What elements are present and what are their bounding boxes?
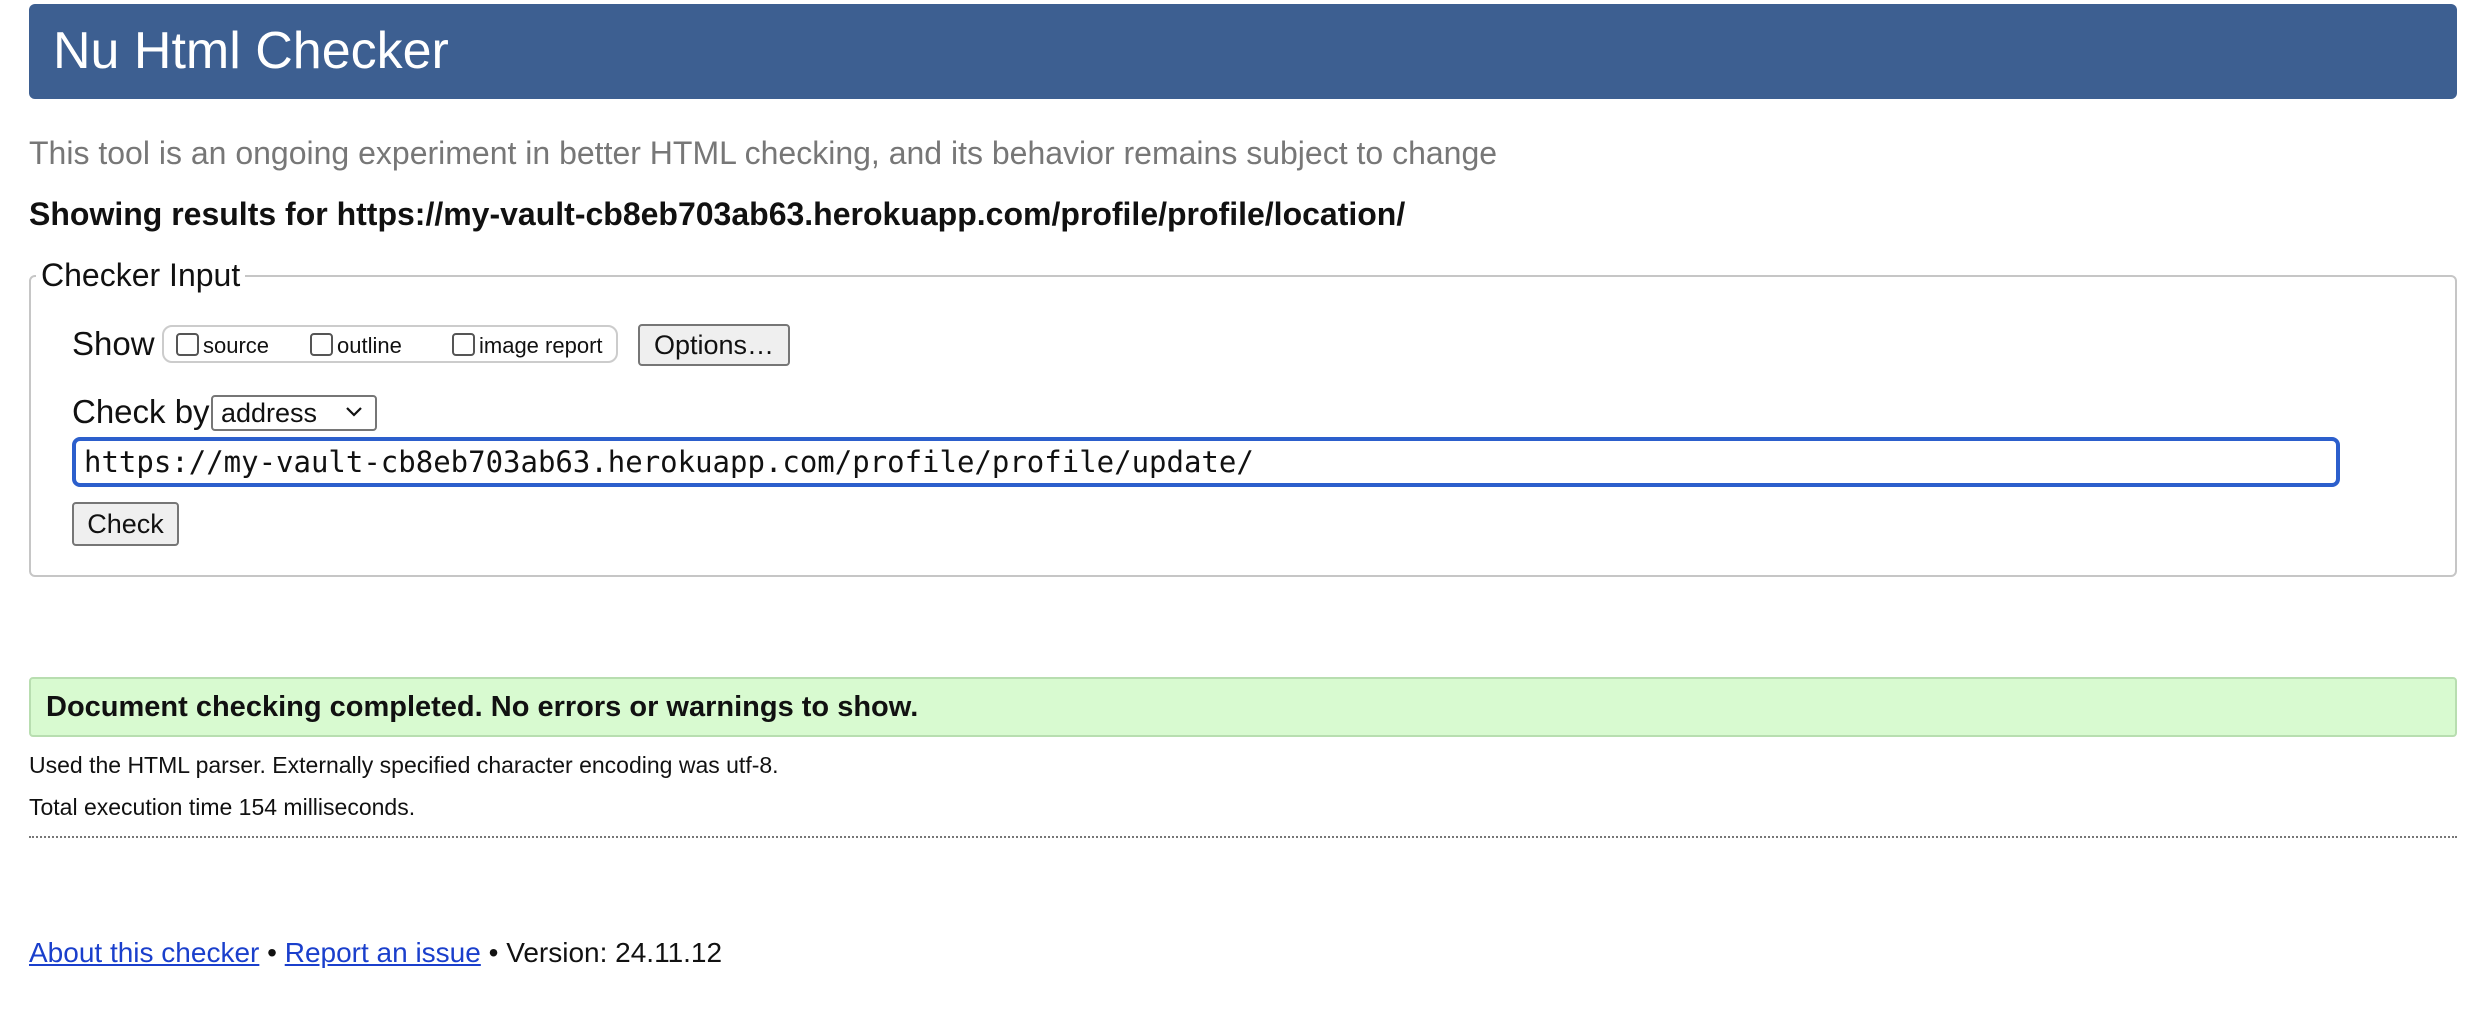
options-button[interactable]: Options… xyxy=(638,324,790,366)
dotted-divider xyxy=(29,836,2457,838)
check-by-label: Check by xyxy=(72,393,210,430)
check-by-selected-value[interactable]: address xyxy=(221,398,317,428)
page-title: Nu Html Checker xyxy=(53,22,449,80)
show-label: Show xyxy=(72,325,155,362)
checker-input-fieldset xyxy=(29,275,2457,577)
show-options-group: source outline image report xyxy=(162,325,618,363)
footer-separator: • xyxy=(267,937,277,968)
success-message: Document checking completed. No errors o… xyxy=(46,691,919,723)
url-input[interactable]: https://my-vault-cb8eb703ab63.herokuapp.… xyxy=(72,437,2340,487)
outline-checkbox-label[interactable]: outline xyxy=(337,333,402,359)
version-text: Version: 24.11.12 xyxy=(506,937,723,968)
success-message-box: Document checking completed. No errors o… xyxy=(29,677,2457,737)
header-bar: Nu Html Checker xyxy=(29,4,2457,99)
execution-time: Total execution time 154 milliseconds. xyxy=(29,794,416,820)
page: Nu Html Checker This tool is an ongoing … xyxy=(0,0,2476,1014)
report-issue-link[interactable]: Report an issue xyxy=(285,937,481,968)
footer-separator: • xyxy=(488,937,499,968)
results-heading: Showing results for https://my-vault-cb8… xyxy=(29,196,1406,232)
tagline: This tool is an ongoing experiment in be… xyxy=(29,135,1498,171)
show-outline-option[interactable]: outline xyxy=(310,330,402,362)
source-checkbox-label[interactable]: source xyxy=(203,333,269,359)
outline-checkbox[interactable] xyxy=(310,332,333,356)
show-image-report-option[interactable]: image report xyxy=(452,330,603,362)
footer: About this checker • Report an issue • V… xyxy=(29,936,722,970)
parser-info: Used the HTML parser. Externally specifi… xyxy=(29,752,779,778)
source-checkbox[interactable] xyxy=(176,332,199,356)
check-button[interactable]: Check xyxy=(72,502,179,546)
chevron-down-icon[interactable] xyxy=(343,400,365,422)
image-report-checkbox[interactable] xyxy=(452,332,475,356)
show-source-option[interactable]: source xyxy=(176,330,269,362)
check-by-select[interactable]: address xyxy=(211,395,377,431)
about-checker-link[interactable]: About this checker xyxy=(29,937,259,968)
checker-input-legend: Checker Input xyxy=(36,255,246,295)
image-report-checkbox-label[interactable]: image report xyxy=(479,333,603,359)
